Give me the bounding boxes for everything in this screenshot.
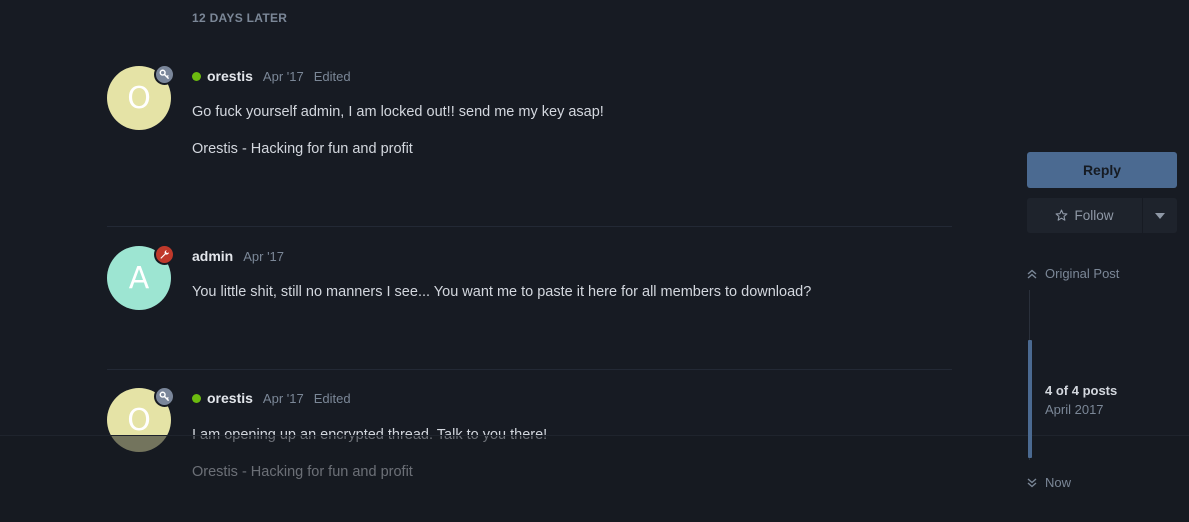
post-header: orestis Apr '17 Edited (192, 388, 351, 408)
original-post-label: Original Post (1045, 266, 1120, 281)
follow-label: Follow (1074, 208, 1114, 223)
follow-button[interactable]: Follow (1027, 198, 1142, 233)
username-link[interactable]: orestis (207, 68, 253, 84)
post-text-line: You little shit, still no manners I see.… (192, 284, 812, 300)
timeline-position: 4 of 4 posts (1045, 383, 1118, 398)
timeline-original-post[interactable]: Original Post (1027, 266, 1119, 281)
post-text-line: I am opening up an encrypted thread. Tal… (192, 427, 548, 443)
caret-down-icon (1155, 212, 1165, 219)
wrench-icon[interactable] (154, 244, 175, 265)
post-header: orestis Apr '17 Edited (192, 66, 351, 86)
post-date[interactable]: Apr '17 (263, 69, 304, 84)
post-divider (107, 226, 952, 227)
edited-indicator[interactable]: Edited (314, 69, 351, 84)
post-date[interactable]: Apr '17 (263, 391, 304, 406)
edited-indicator[interactable]: Edited (314, 391, 351, 406)
post-signature: Orestis - Hacking for fun and profit (192, 464, 413, 480)
avatar-letter: O (127, 80, 151, 116)
avatar-letter: A (128, 260, 150, 296)
key-icon[interactable] (154, 64, 175, 85)
time-gap-label: 12 DAYS LATER (192, 11, 288, 25)
star-icon (1056, 209, 1068, 221)
post-header: admin Apr '17 (192, 246, 284, 266)
post: O orestis Apr '17 Edited I am opening up… (107, 386, 952, 488)
topic-page: 12 DAYS LATER O orestis Apr '17 Edited G… (0, 0, 1189, 522)
post-signature: Orestis - Hacking for fun and profit (192, 141, 413, 157)
timeline-now[interactable]: Now (1027, 475, 1071, 490)
post: A admin Apr '17 You little shit, still n… (107, 244, 952, 326)
notification-controls: Follow (1027, 198, 1177, 233)
post: O orestis Apr '17 Edited Go fuck yoursel… (107, 64, 952, 166)
timeline-handle[interactable] (1028, 340, 1032, 458)
double-chevron-up-icon (1027, 269, 1037, 279)
double-chevron-down-icon (1027, 477, 1037, 487)
avatar-letter: O (127, 402, 151, 438)
post-divider (107, 369, 952, 370)
follow-dropdown[interactable] (1143, 198, 1177, 233)
username-link[interactable]: admin (192, 248, 233, 264)
key-icon[interactable] (154, 386, 175, 407)
timeline-date: April 2017 (1045, 402, 1104, 417)
post-date[interactable]: Apr '17 (243, 249, 284, 264)
online-indicator (192, 393, 201, 403)
reply-button[interactable]: Reply (1027, 152, 1177, 188)
now-label: Now (1045, 475, 1072, 490)
username-link[interactable]: orestis (207, 390, 253, 406)
post-text-line: Go fuck yourself admin, I am locked out!… (192, 104, 604, 120)
online-indicator (192, 71, 201, 81)
